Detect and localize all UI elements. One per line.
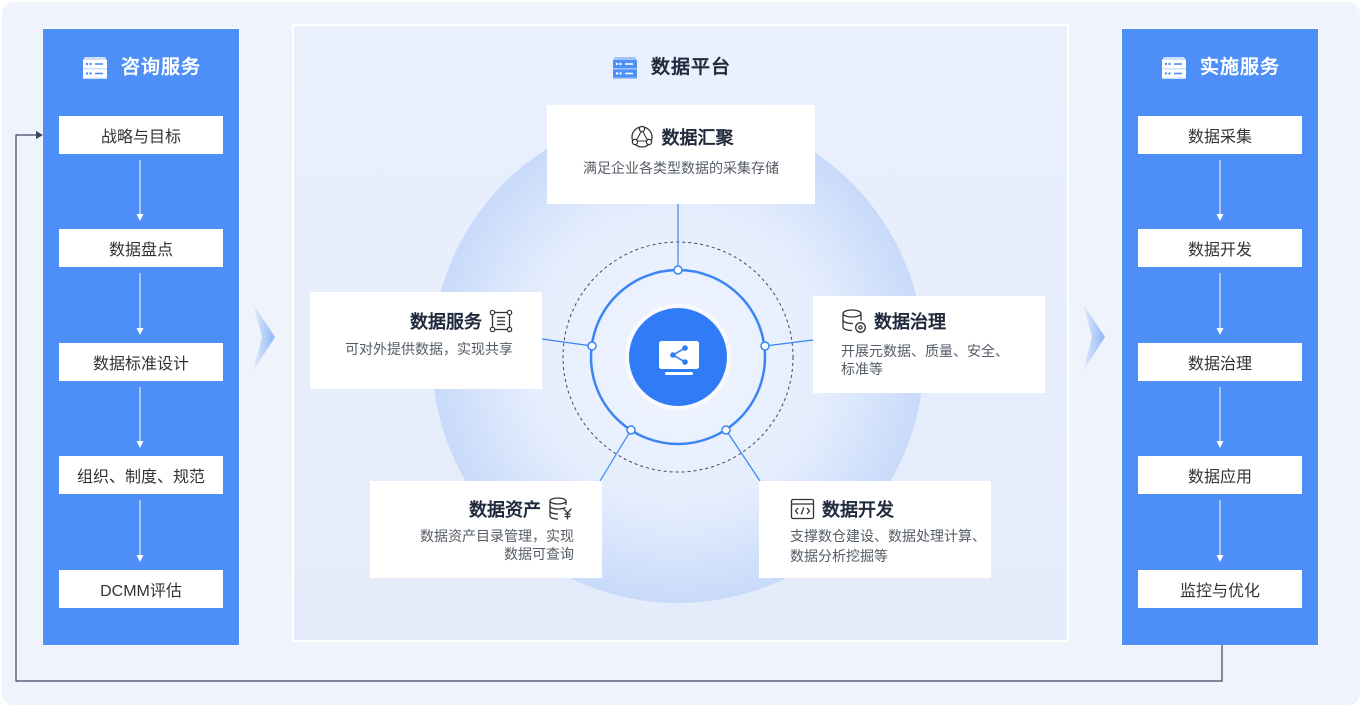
module-description: 可对外提供数据，实现共享	[310, 340, 513, 359]
module-description-line: 数据分析挖掘等	[790, 548, 888, 564]
module-description-line: 可对外提供数据，实现共享	[345, 341, 513, 357]
implementation-panel-title: 实施服务	[1199, 57, 1280, 78]
step-data-application: 数据应用	[1138, 456, 1302, 494]
code-window-icon	[790, 497, 815, 521]
implementation-panel: 实施服务 数据采集 数据开发 数据治理 数据应用 监控与优化	[1122, 29, 1318, 645]
step-data-inventory: 数据盘点	[59, 229, 223, 267]
step-strategy-goals: 战略与目标	[59, 116, 223, 154]
step-monitoring-optimization: 监控与优化	[1138, 570, 1302, 608]
module-card-header: 数据服务	[310, 308, 513, 334]
module-card-header: 数据汇聚	[547, 124, 815, 150]
database-settings-icon	[841, 308, 867, 334]
step-organization-policy: 组织、制度、规范	[59, 456, 223, 494]
module-description-line: 满足企业各类型数据的采集存储	[583, 160, 779, 176]
database-yen-icon	[548, 496, 574, 522]
server-icon	[611, 55, 639, 81]
module-card-service: 数据服务 可对外提供数据，实现共享	[310, 292, 542, 389]
module-title: 数据治理	[874, 312, 946, 332]
module-description-line: 支撑数仓建设、数据处理计算、	[790, 528, 986, 544]
consulting-panel-title: 咨询服务	[120, 57, 201, 78]
server-icon	[1160, 55, 1188, 81]
module-card-aggregation: 数据汇聚 满足企业各类型数据的采集存储	[547, 105, 815, 204]
module-title: 数据汇聚	[661, 128, 734, 148]
module-title: 数据服务	[410, 312, 482, 332]
step-data-standard-design: 数据标准设计	[59, 343, 223, 381]
server-icon	[81, 55, 109, 81]
consulting-panel-header: 咨询服务	[43, 54, 239, 82]
consulting-panel: 咨询服务 战略与目标 数据盘点 数据标准设计 组织、制度、规范 DCMM评估	[43, 29, 239, 645]
step-data-development: 数据开发	[1138, 229, 1302, 267]
step-data-governance: 数据治理	[1138, 343, 1302, 381]
module-card-header: 数据治理	[841, 308, 1045, 334]
step-data-collection: 数据采集	[1138, 116, 1302, 154]
platform-panel-title: 数据平台	[651, 57, 732, 78]
module-description-line: 标准等	[841, 361, 883, 377]
module-card-development: 数据开发 支撑数仓建设、数据处理计算、 数据分析挖掘等	[759, 481, 991, 578]
module-description-line: 数据可查询	[504, 546, 574, 562]
module-title: 数据开发	[822, 500, 894, 520]
platform-panel-header: 数据平台	[611, 54, 731, 82]
module-description: 满足企业各类型数据的采集存储	[547, 159, 815, 178]
module-card-header: 数据开发	[790, 496, 991, 522]
implementation-panel-header: 实施服务	[1122, 54, 1318, 82]
module-description: 开展元数据、质量、安全、 标准等	[841, 342, 1045, 378]
module-description-line: 开展元数据、质量、安全、	[841, 343, 1009, 359]
module-description-line: 数据资产目录管理，实现	[420, 528, 574, 544]
module-description: 数据资产目录管理，实现 数据可查询	[370, 527, 574, 563]
list-frame-icon	[489, 309, 513, 333]
module-card-header: 数据资产	[370, 496, 574, 522]
network-hub-icon	[629, 124, 655, 150]
step-dcmm-assessment: DCMM评估	[59, 570, 223, 608]
module-card-asset: 数据资产 数据资产目录管理，实现 数据可查询	[370, 481, 602, 578]
module-description: 支撑数仓建设、数据处理计算、 数据分析挖掘等	[790, 526, 991, 566]
module-card-governance: 数据治理 开展元数据、质量、安全、 标准等	[813, 296, 1045, 393]
module-title: 数据资产	[469, 500, 541, 520]
